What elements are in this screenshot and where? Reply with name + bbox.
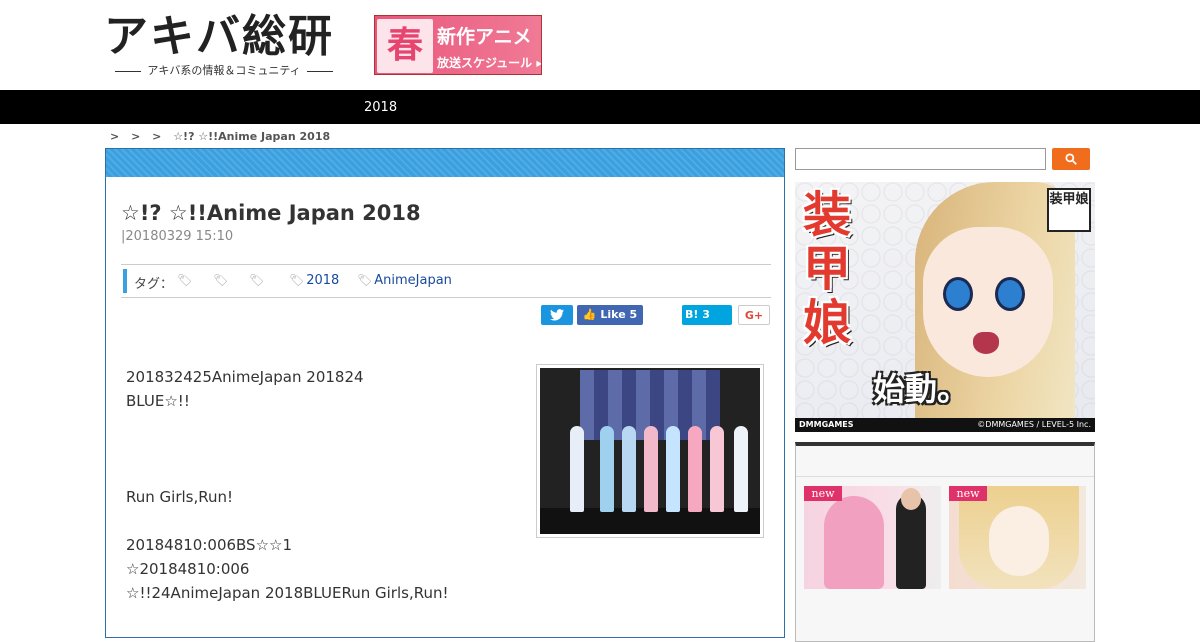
- new-badge: new: [804, 486, 842, 501]
- twitter-share-button[interactable]: [541, 305, 573, 325]
- tag-icon: 🏷: [357, 273, 373, 287]
- ad-title: 装甲娘: [803, 187, 852, 351]
- body-line: [126, 413, 449, 437]
- ad-character-mouth: [973, 332, 999, 354]
- breadcrumb-separator[interactable]: >: [131, 130, 140, 143]
- hatena-bookmark-button[interactable]: B! 3: [682, 305, 732, 325]
- body-line: [126, 437, 449, 461]
- article-title: ☆!? ☆!!Anime Japan 2018: [121, 201, 421, 225]
- ad-logo-badge: 装甲娘: [1047, 188, 1091, 232]
- ad-footer-brand: DMMGAMES: [799, 420, 854, 429]
- global-nav: 2018: [0, 90, 1200, 124]
- photo-person: [600, 426, 614, 512]
- tag-icon: 🏷: [213, 273, 229, 287]
- tag-link[interactable]: 🏷: [213, 273, 230, 288]
- tag-icon: 🏷: [249, 273, 265, 287]
- photo-person: [622, 426, 636, 512]
- banner-subline: 放送スケジュール ▸: [437, 56, 542, 70]
- tag-icon: 🏷: [177, 273, 193, 287]
- ad-footer-copyright: ©DMMGAMES / LEVEL-5 Inc.: [977, 420, 1091, 429]
- new-articles-widget: new new: [795, 442, 1095, 642]
- body-line: ☆!!24AnimeJapan 2018BLUERun Girls,Run!: [126, 584, 449, 602]
- tag-list: タグ： 🏷 🏷 🏷 🏷 2018 🏷 AnimeJapan: [121, 264, 771, 298]
- body-line: ☆20184810:006: [126, 560, 250, 578]
- ad-character-eye: [943, 277, 973, 311]
- twitter-icon: [550, 309, 564, 321]
- photo-person: [710, 426, 724, 512]
- photo-person: [688, 426, 702, 512]
- nav-item-2018[interactable]: 2018: [364, 100, 397, 115]
- tag-link[interactable]: 🏷 2018: [289, 273, 339, 288]
- search-input[interactable]: [795, 148, 1046, 170]
- sidebar-ad-banner[interactable]: 装甲娘 始動。 装甲娘 DMMGAMES ©DMMGAMES / LEVEL-5…: [795, 182, 1095, 432]
- ad-character-eye: [995, 277, 1025, 311]
- tag-link[interactable]: 🏷 AnimeJapan: [357, 273, 452, 288]
- search-button[interactable]: [1052, 148, 1090, 170]
- banner-headline: 新作アニメ: [437, 26, 532, 48]
- body-line: 201832425AnimeJapan 201824: [126, 368, 364, 386]
- new-badge: new: [949, 486, 987, 501]
- ad-footer: DMMGAMES ©DMMGAMES / LEVEL-5 Inc.: [795, 418, 1095, 432]
- photo-person: [666, 426, 680, 512]
- body-line: [126, 509, 449, 533]
- breadcrumb-current: ☆!? ☆!!Anime Japan 2018: [173, 130, 331, 143]
- breadcrumb: > > > ☆!? ☆!!Anime Japan 2018: [110, 130, 338, 143]
- thumbnail-figure-head: [901, 488, 921, 510]
- photo-poster: [734, 426, 748, 512]
- ad-catchphrase: 始動。: [873, 370, 970, 408]
- tag-link[interactable]: 🏷: [249, 273, 266, 288]
- tag-link[interactable]: 🏷: [177, 273, 194, 288]
- logo-title: アキバ総研: [104, 11, 334, 62]
- article-panel: ☆!? ☆!!Anime Japan 2018 |20180329 15:10 …: [105, 148, 785, 638]
- tags-label: タグ：: [134, 277, 174, 292]
- article-body: 201832425AnimeJapan 201824 BLUE☆!! Run G…: [126, 365, 449, 605]
- facebook-like-button[interactable]: 👍 Like 5: [577, 305, 643, 325]
- thumbnail-figure-face: [989, 506, 1049, 576]
- search-icon: [1065, 153, 1077, 165]
- site-logo[interactable]: アキバ総研 アキバ系の情報＆コミュニティ: [104, 12, 344, 78]
- ad-character-face: [923, 227, 1053, 377]
- body-line: [126, 461, 449, 485]
- body-line: Run Girls,Run!: [126, 488, 234, 506]
- photo-person: [644, 426, 658, 512]
- google-plus-button[interactable]: G+: [738, 305, 770, 325]
- event-photo-image: [540, 368, 760, 534]
- body-line: 20184810:006BS☆☆1: [126, 536, 293, 554]
- breadcrumb-separator[interactable]: >: [152, 130, 161, 143]
- thumbs-up-icon: 👍: [582, 308, 601, 321]
- body-line: BLUE☆!!: [126, 392, 190, 410]
- tag-accent-bar: [123, 269, 127, 293]
- breadcrumb-separator[interactable]: >: [110, 130, 119, 143]
- thumbnail-figure: [824, 496, 884, 589]
- photo-poster: [570, 426, 584, 512]
- article-thumbnail[interactable]: new: [804, 486, 941, 589]
- tag-icon: 🏷: [289, 273, 305, 287]
- site-header: アキバ総研 アキバ系の情報＆コミュニティ 春 新作アニメ 放送スケジュール ▸: [0, 0, 1200, 90]
- article-thumbnail[interactable]: new: [949, 486, 1086, 589]
- banner-badge: 春: [377, 19, 433, 73]
- event-photo[interactable]: [536, 364, 764, 538]
- logo-tagline: アキバ系の情報＆コミュニティ: [104, 62, 344, 78]
- article-date: |20180329 15:10: [121, 229, 234, 244]
- article-header-bar: [106, 149, 784, 177]
- anime-schedule-banner[interactable]: 春 新作アニメ 放送スケジュール ▸: [374, 15, 542, 75]
- widget-divider: [796, 476, 1094, 477]
